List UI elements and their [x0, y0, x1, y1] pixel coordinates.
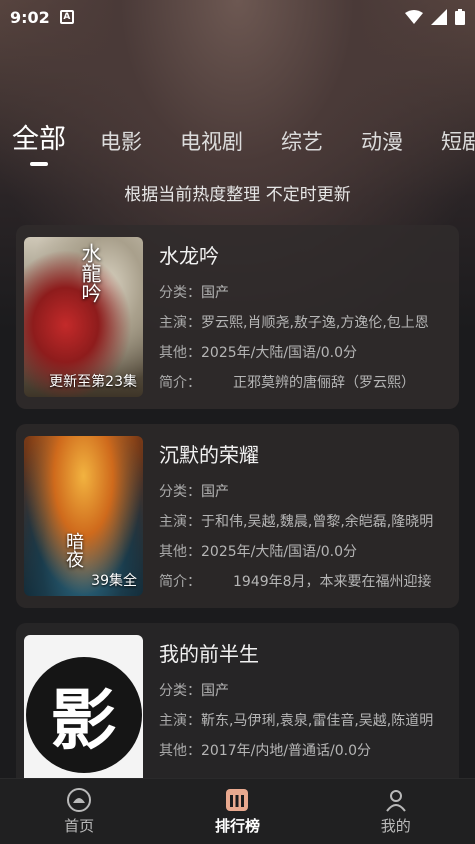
home-icon: [67, 788, 92, 812]
other-value: 2025年/大陆/国语/0.0分: [201, 345, 358, 361]
ranking-icon: [226, 789, 249, 811]
intro-value: 正邪莫辨的唐俪辞（罗云熙）: [233, 375, 415, 391]
cast-value: 靳东,马伊琍,袁泉,雷佳音,吴越,陈道明: [201, 713, 434, 729]
signal-icon: [431, 9, 447, 25]
tab-variety[interactable]: 综艺: [281, 126, 323, 166]
nav-profile-label: 我的: [380, 817, 411, 835]
item-cast: 主演： 于和伟,吴越,魏晨,曾黎,余皑磊,隆晓明: [159, 510, 451, 540]
list-item[interactable]: 水龍吟 更新至第23集 水龙吟 分类： 国产 主演： 罗云熙,肖顺尧,敖子逸,方逸伦…: [16, 225, 459, 409]
item-title: 我的前半生: [159, 642, 259, 666]
category-label: 分类：: [159, 484, 201, 500]
item-intro: 简介： 1949年8月，本来要在福州迎接: [159, 570, 451, 600]
tab-all[interactable]: 全部: [12, 117, 66, 166]
item-info: 水龙吟 分类： 国产 主演： 罗云熙,肖顺尧,敖子逸,方逸伦,包上恩 其他： 2025…: [159, 237, 451, 397]
other-label: 其他：: [159, 743, 201, 759]
episode-badge: 39集全: [91, 573, 137, 589]
list-item[interactable]: 暗夜 39集全 沉默的荣耀 分类： 国产 主演： 于和伟,吴越,魏晨,曾黎,余皑磊,…: [16, 424, 459, 608]
poster-title-art: 水龍吟: [78, 243, 102, 303]
notification-icon: A: [59, 10, 74, 24]
category-label: 分类：: [159, 683, 201, 699]
tab-anime[interactable]: 动漫: [361, 126, 403, 166]
category-value: 国产: [201, 683, 229, 699]
item-other: 其他： 2025年/大陆/国语/0.0分: [159, 341, 451, 371]
tab-movie[interactable]: 电影: [100, 126, 142, 166]
item-category: 分类： 国产: [159, 480, 451, 510]
item-other: 其他： 2017年/内地/普通话/0.0分: [159, 739, 451, 769]
nav-profile[interactable]: 我的: [336, 787, 456, 836]
nav-ranking[interactable]: 排行榜: [177, 787, 297, 836]
cast-label: 主演：: [159, 315, 201, 331]
nav-home[interactable]: 首页: [19, 787, 139, 836]
item-other: 其他： 2025年/大陆/国语/0.0分: [159, 540, 451, 570]
category-tabs: 全部 电影 电视剧 综艺 动漫 短剧: [12, 118, 475, 166]
bottom-nav: 首页 排行榜 我的: [0, 778, 475, 844]
item-title: 沉默的荣耀: [159, 443, 259, 467]
poster-image[interactable]: 影: [24, 635, 143, 778]
poster-image[interactable]: 水龍吟 更新至第23集: [24, 237, 143, 397]
intro-label: 简介：: [159, 375, 201, 391]
ranking-subtitle: 根据当前热度整理 不定时更新: [124, 185, 351, 205]
item-info: 我的前半生 分类： 国产 主演： 靳东,马伊琍,袁泉,雷佳音,吴越,陈道明 其他： 2…: [159, 635, 451, 778]
item-category: 分类： 国产: [159, 679, 451, 709]
other-value: 2017年/内地/普通话/0.0分: [201, 743, 372, 759]
status-time: 9:02: [10, 7, 50, 27]
nav-ranking-label: 排行榜: [214, 817, 260, 835]
item-category: 分类： 国产: [159, 281, 451, 311]
item-intro: 简介： 正邪莫辨的唐俪辞（罗云熙）: [159, 371, 451, 401]
intro-value: 1949年8月，本来要在福州迎接: [233, 574, 432, 590]
item-title: 水龙吟: [159, 244, 219, 268]
wifi-icon: [405, 10, 423, 24]
nav-home-label: 首页: [64, 817, 95, 835]
ranking-list: 水龍吟 更新至第23集 水龙吟 分类： 国产 主演： 罗云熙,肖顺尧,敖子逸,方逸伦…: [16, 225, 459, 778]
poster-logo: 影: [25, 657, 142, 773]
list-item[interactable]: 影 我的前半生 分类： 国产 主演： 靳东,马伊琍,袁泉,雷佳音,吴越,陈道明 其他…: [16, 623, 459, 778]
tab-tv-series[interactable]: 电视剧: [180, 126, 243, 166]
item-info: 沉默的荣耀 分类： 国产 主演： 于和伟,吴越,魏晨,曾黎,余皑磊,隆晓明 其他： 2…: [159, 436, 451, 596]
item-cast: 主演： 罗云熙,肖顺尧,敖子逸,方逸伦,包上恩: [159, 311, 451, 341]
cast-value: 于和伟,吴越,魏晨,曾黎,余皑磊,隆晓明: [201, 514, 434, 530]
other-label: 其他：: [159, 345, 201, 361]
battery-icon: [455, 9, 465, 25]
other-label: 其他：: [159, 544, 201, 560]
cast-label: 主演：: [159, 514, 201, 530]
item-cast: 主演： 靳东,马伊琍,袁泉,雷佳音,吴越,陈道明: [159, 709, 451, 739]
cast-value: 罗云熙,肖顺尧,敖子逸,方逸伦,包上恩: [201, 315, 429, 331]
category-label: 分类：: [159, 285, 201, 301]
intro-label: 简介：: [159, 574, 201, 590]
episode-badge: 更新至第23集: [49, 374, 137, 390]
tab-short-drama[interactable]: 短剧: [441, 126, 475, 166]
status-bar: 9:02 A: [0, 0, 475, 34]
profile-icon: [386, 790, 406, 812]
category-value: 国产: [201, 285, 229, 301]
cast-label: 主演：: [159, 713, 201, 729]
other-value: 2025年/大陆/国语/0.0分: [201, 544, 358, 560]
poster-image[interactable]: 暗夜 39集全: [24, 436, 143, 596]
category-value: 国产: [201, 484, 229, 500]
poster-title-art: 暗夜: [63, 532, 84, 568]
